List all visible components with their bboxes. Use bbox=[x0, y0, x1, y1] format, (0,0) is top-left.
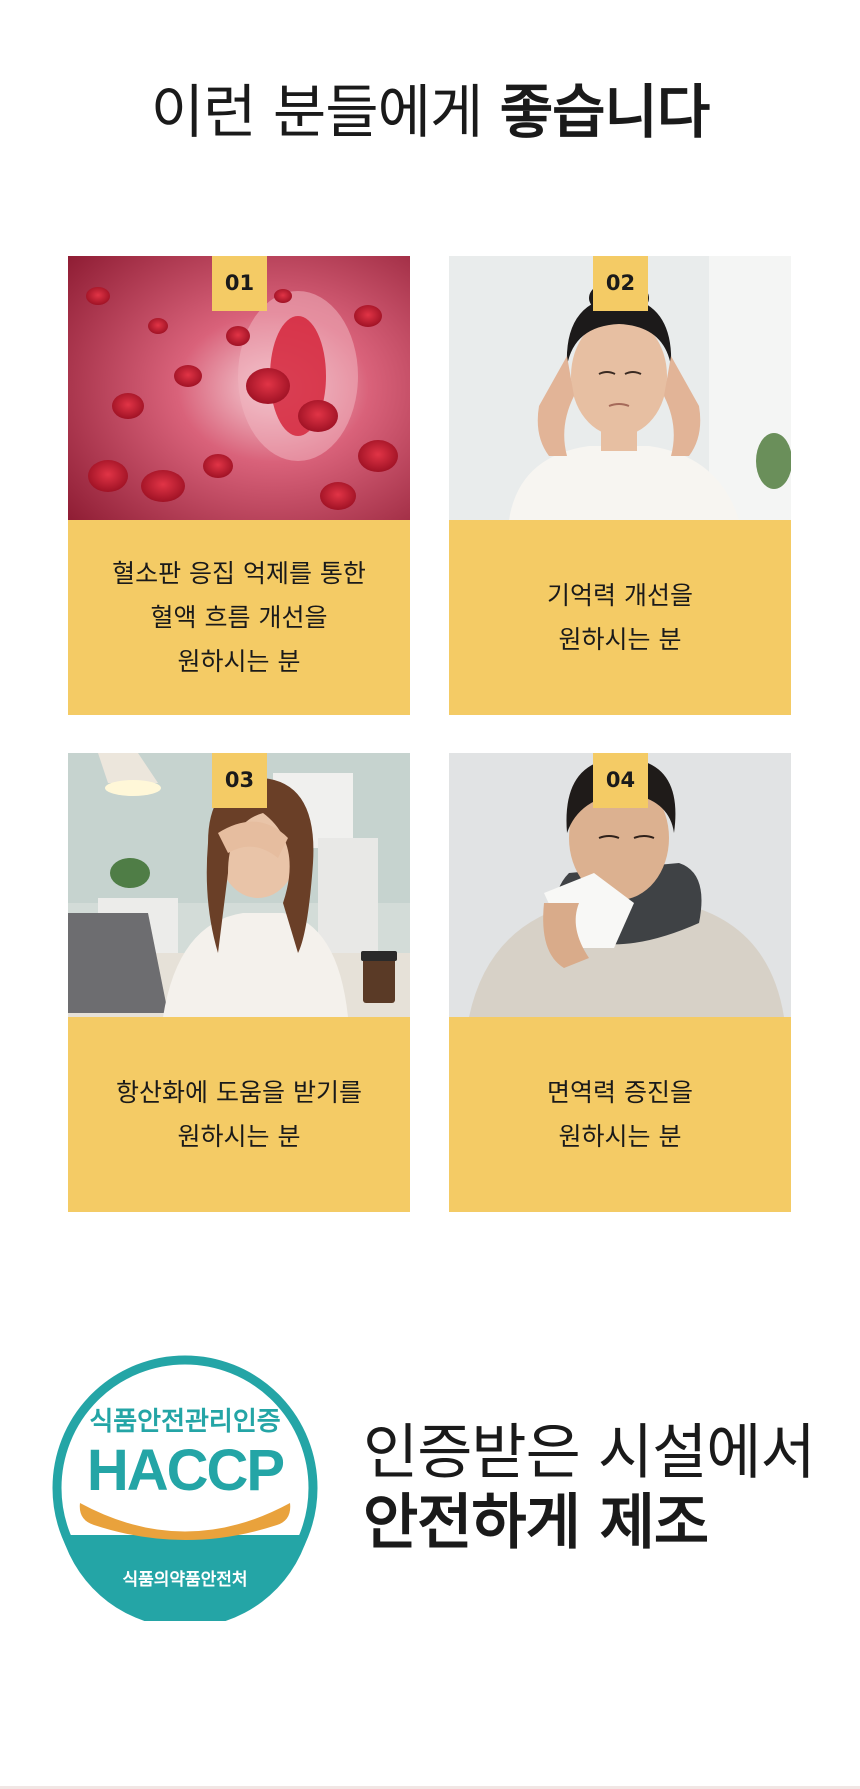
card-number-badge: 04 bbox=[593, 753, 648, 808]
certification-text: 인증받은 시설에서 안전하게 제조 bbox=[363, 1418, 816, 1558]
section-title: 이런 분들에게 좋습니다 bbox=[0, 72, 860, 152]
card-number-badge: 03 bbox=[212, 753, 267, 808]
benefit-card-1: 01 혈소판 응집 억제를 통한 혈액 흐름 개선을 원하시는 분 bbox=[68, 256, 410, 715]
benefit-card-4: 04 면역력 증진을 원하시는 분 bbox=[449, 753, 791, 1212]
section-title-light: 이런 분들에게 bbox=[150, 78, 500, 146]
card-number-badge: 01 bbox=[212, 256, 267, 311]
certification-line-1: 인증받은 시설에서 bbox=[363, 1418, 816, 1488]
haccp-certification-badge: 식품안전관리인증 HACCP 식품의약품안전처 bbox=[52, 1355, 318, 1628]
section-title-bold: 좋습니다 bbox=[499, 78, 710, 146]
card-number-badge: 02 bbox=[593, 256, 648, 311]
benefit-card-3: 03 항산화에 도움을 받기를 원하시는 분 bbox=[68, 753, 410, 1212]
card-caption: 항산화에 도움을 받기를 원하시는 분 bbox=[116, 1077, 362, 1151]
card-caption: 혈소판 응집 억제를 통한 혈액 흐름 개선을 원하시는 분 bbox=[112, 558, 366, 676]
benefit-card-2: 02 기억력 개선을 원하시는 분 bbox=[449, 256, 791, 715]
haccp-mark: HACCP bbox=[87, 1438, 284, 1503]
haccp-bottom-text: 식품의약품안전처 bbox=[122, 1569, 247, 1590]
card-caption: 면역력 증진을 원하시는 분 bbox=[547, 1077, 693, 1151]
certification-line-2: 안전하게 제조 bbox=[363, 1488, 709, 1558]
haccp-top-text: 식품안전관리인증 bbox=[89, 1407, 280, 1437]
card-caption: 기억력 개선을 원하시는 분 bbox=[547, 580, 693, 654]
